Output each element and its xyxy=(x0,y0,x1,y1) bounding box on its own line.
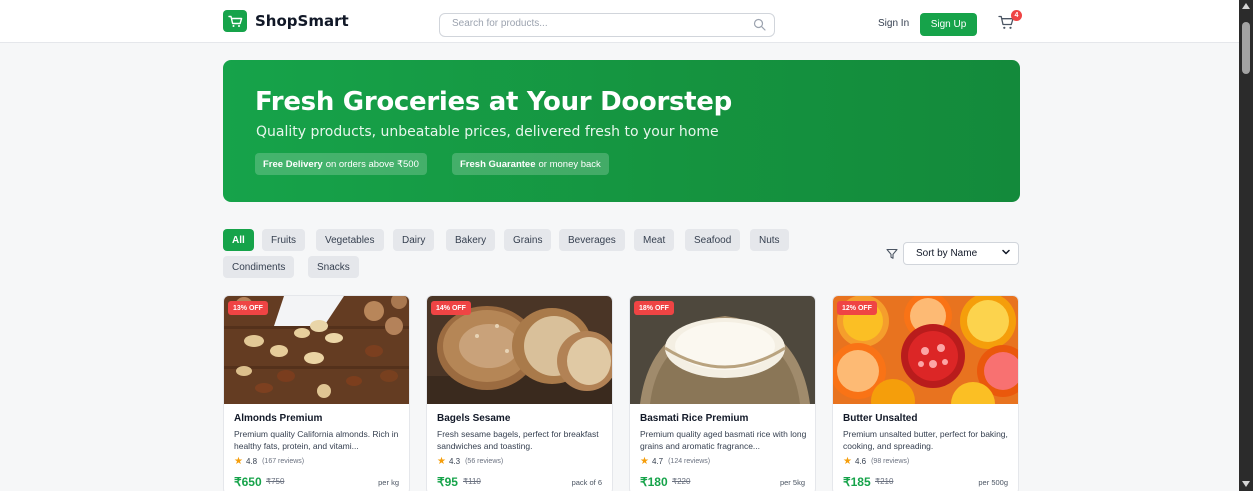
product-rating: ★ 4.6 (98 reviews) xyxy=(843,456,909,467)
star-icon: ★ xyxy=(234,456,243,467)
product-description: Fresh sesame bagels, perfect for breakfa… xyxy=(437,429,599,451)
product-card[interactable]: 12% OFF Butter Unsalted Premium unsalted… xyxy=(832,295,1019,491)
discount-badge: 14% OFF xyxy=(431,301,471,315)
product-price: ₹180 xyxy=(640,475,668,489)
search-box[interactable] xyxy=(439,13,775,37)
search-icon[interactable] xyxy=(753,18,766,36)
product-image-basmati-rice[interactable]: 18% OFF xyxy=(630,296,815,404)
category-meat[interactable]: Meat xyxy=(634,229,675,251)
product-old-price: ₹220 xyxy=(672,477,691,486)
filter-icon[interactable] xyxy=(886,247,898,265)
top-navbar: ShopSmart Sign In Sign Up 4 xyxy=(0,0,1239,43)
rating-value: 4.7 xyxy=(651,457,664,466)
star-icon: ★ xyxy=(640,456,649,467)
scrollbar-thumb[interactable] xyxy=(1242,22,1250,74)
discount-badge: 12% OFF xyxy=(837,301,877,315)
review-count: (167 reviews) xyxy=(262,458,305,465)
rating-value: 4.6 xyxy=(854,457,867,466)
rating-value: 4.3 xyxy=(448,457,461,466)
brand-logo[interactable]: ShopSmart xyxy=(223,10,349,32)
product-price: ₹95 xyxy=(437,475,458,489)
hero-subtitle: Quality products, unbeatable prices, del… xyxy=(256,124,719,140)
logo-cart-icon xyxy=(223,10,247,32)
search-input[interactable] xyxy=(452,18,742,29)
discount-badge: 18% OFF xyxy=(634,301,674,315)
category-vegetables[interactable]: Vegetables xyxy=(316,229,384,251)
product-description: Premium quality California almonds. Rich… xyxy=(234,429,399,451)
product-price: ₹185 xyxy=(843,475,871,489)
star-icon: ★ xyxy=(437,456,446,467)
sign-up-button[interactable]: Sign Up xyxy=(920,13,977,36)
sign-in-link[interactable]: Sign In xyxy=(878,18,909,29)
product-name[interactable]: Almonds Premium xyxy=(234,413,322,424)
brand-name: ShopSmart xyxy=(255,12,349,30)
product-unit: per 5kg xyxy=(779,478,805,487)
hero-banner: Fresh Groceries at Your Doorstep Quality… xyxy=(223,60,1020,202)
product-old-price: ₹110 xyxy=(463,477,481,486)
hero-title: Fresh Groceries at Your Doorstep xyxy=(255,87,732,117)
page-scrollbar[interactable] xyxy=(1239,0,1253,491)
sort-select[interactable]: Sort by Name xyxy=(903,242,1019,265)
chevron-down-icon xyxy=(1002,248,1010,258)
product-name[interactable]: Butter Unsalted xyxy=(843,413,917,424)
product-unit: pack of 6 xyxy=(571,478,602,487)
product-rating: ★ 4.3 (56 reviews) xyxy=(437,456,503,467)
scroll-up-arrow-icon[interactable] xyxy=(1242,3,1250,9)
category-nuts[interactable]: Nuts xyxy=(750,229,789,251)
category-all[interactable]: All xyxy=(223,229,254,251)
category-bakery[interactable]: Bakery xyxy=(446,229,496,251)
star-icon: ★ xyxy=(843,456,852,467)
product-old-price: ₹750 xyxy=(266,477,285,486)
category-beverages[interactable]: Beverages xyxy=(559,229,625,251)
product-name[interactable]: Bagels Sesame xyxy=(437,413,510,424)
product-image-butter[interactable]: 12% OFF xyxy=(833,296,1018,404)
category-condiments[interactable]: Condiments xyxy=(223,256,295,278)
category-dairy[interactable]: Dairy xyxy=(393,229,435,251)
product-card[interactable]: 13% OFF Almonds Premium Premium quality … xyxy=(223,295,410,491)
category-fruits[interactable]: Fruits xyxy=(262,229,305,251)
review-count: (98 reviews) xyxy=(871,458,910,465)
product-card[interactable]: 14% OFF Bagels Sesame Fresh sesame bagel… xyxy=(426,295,613,491)
rating-value: 4.8 xyxy=(245,457,258,466)
fresh-guarantee-pill: Fresh Guarantee or money back xyxy=(452,153,609,175)
category-grains[interactable]: Grains xyxy=(504,229,552,251)
fresh-guarantee-text: or money back xyxy=(538,158,601,170)
product-price: ₹650 xyxy=(234,475,262,489)
category-snacks[interactable]: Snacks xyxy=(308,256,359,278)
scroll-down-arrow-icon[interactable] xyxy=(1242,481,1250,487)
cart-count-badge: 4 xyxy=(1011,10,1022,21)
review-count: (124 reviews) xyxy=(668,458,711,465)
free-delivery-label: Free Delivery xyxy=(263,158,323,170)
product-unit: per kg xyxy=(378,478,399,487)
product-description: Premium quality aged basmati rice with l… xyxy=(640,429,807,451)
product-unit: per 500g xyxy=(978,478,1008,487)
product-image-almonds[interactable]: 13% OFF xyxy=(224,296,409,404)
product-rating: ★ 4.8 (167 reviews) xyxy=(234,456,304,467)
product-old-price: ₹210 xyxy=(875,477,894,486)
fresh-guarantee-label: Fresh Guarantee xyxy=(460,158,536,170)
category-seafood[interactable]: Seafood xyxy=(685,229,741,251)
product-name[interactable]: Basmati Rice Premium xyxy=(640,413,748,424)
discount-badge: 13% OFF xyxy=(228,301,268,315)
product-card[interactable]: 18% OFF Basmati Rice Premium Premium qua… xyxy=(629,295,816,491)
sort-selected-value: Sort by Name xyxy=(916,248,978,259)
review-count: (56 reviews) xyxy=(465,458,504,465)
product-description: Premium unsalted butter, perfect for bak… xyxy=(843,429,1008,451)
product-rating: ★ 4.7 (124 reviews) xyxy=(640,456,710,467)
free-delivery-text: on orders above ₹500 xyxy=(325,158,419,170)
free-delivery-pill: Free Delivery on orders above ₹500 xyxy=(255,153,427,175)
product-image-bagels[interactable]: 14% OFF xyxy=(427,296,612,404)
